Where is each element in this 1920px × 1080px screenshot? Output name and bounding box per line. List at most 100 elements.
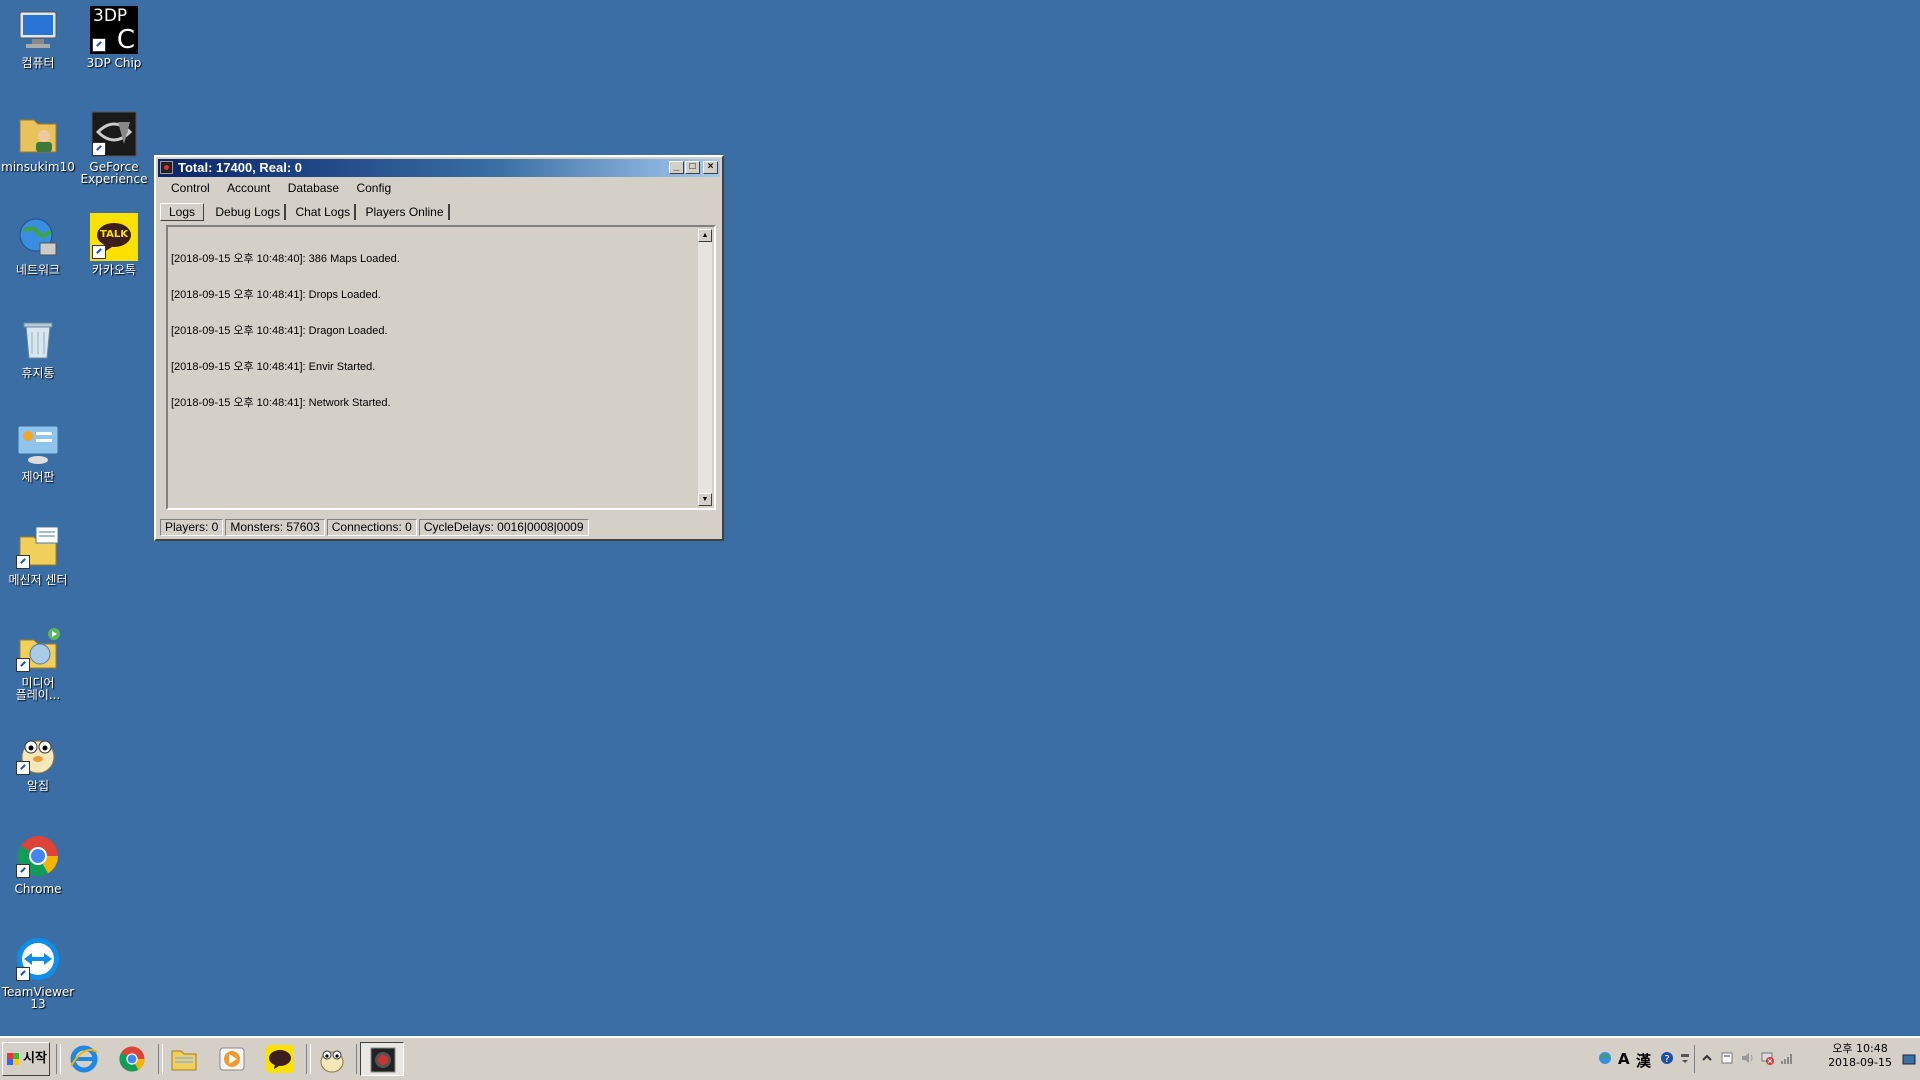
taskbar-file-explorer[interactable] (162, 1042, 206, 1076)
desktop-icon-computer[interactable]: 컴퓨터 (0, 6, 76, 69)
signal-bars-icon[interactable] (1780, 1051, 1794, 1065)
status-players: Players: 0 (160, 519, 224, 536)
start-button[interactable]: 시작 (2, 1042, 50, 1076)
recycle-bin-icon (14, 316, 62, 364)
svg-text:?: ? (1664, 1054, 1669, 1065)
teamviewer-icon (14, 935, 62, 983)
menu-config[interactable]: Config (349, 179, 398, 197)
show-hidden-icons-icon[interactable] (1700, 1051, 1714, 1065)
desktop-icon-alzip[interactable]: 알집 (0, 729, 76, 792)
taskbar-server-app[interactable] (360, 1042, 404, 1076)
taskbar-internet-explorer[interactable] (62, 1042, 106, 1076)
windows-flag-icon (7, 1053, 19, 1065)
taskbar: 시작 A 漢 ? 오후 10:48 2018-09-15 (0, 1036, 1920, 1080)
ime-options-icon[interactable] (1678, 1051, 1692, 1065)
speaker-icon[interactable] (1740, 1051, 1754, 1065)
chrome-icon (14, 832, 62, 880)
menu-control[interactable]: Control (164, 179, 217, 197)
desktop-icon-label: GeForce Experience (80, 160, 148, 186)
log-line: [2018-09-15 오후 10:48:41]: Network Starte… (171, 397, 391, 409)
geforce-experience-icon (90, 110, 138, 158)
status-cycle-delays: CycleDelays: 0016|0008|0009 (418, 519, 589, 536)
taskbar-separator (56, 1044, 61, 1074)
alzip-egg-icon (320, 1050, 344, 1073)
taskbar-media-player[interactable] (210, 1042, 254, 1076)
desktop-icon-geforce-experience[interactable]: GeForce Experience (76, 110, 152, 185)
alzip-egg-icon (14, 729, 62, 777)
desktop-icon-recycle-bin[interactable]: 휴지통 (0, 316, 76, 379)
tab-chat-logs[interactable]: Chat Logs (291, 204, 357, 220)
menu-account[interactable]: Account (220, 179, 277, 197)
server-window[interactable]: Total: 17400, Real: 0 _ □ × Control Acco… (154, 155, 724, 541)
log-line: [2018-09-15 오후 10:48:41]: Dragon Loaded. (171, 325, 388, 337)
desktop-icon-control-panel[interactable]: 제어판 (0, 420, 76, 483)
3dp-chip-icon: 3DP C (90, 6, 138, 54)
desktop-icon-media-player[interactable]: 미디어 플레이... (0, 626, 76, 701)
user-folder-icon (14, 110, 62, 158)
tab-debug-logs[interactable]: Debug Logs (211, 204, 287, 220)
network-status-icon[interactable] (1598, 1051, 1612, 1065)
ime-mode-hanja[interactable]: 漢 (1636, 1050, 1651, 1071)
desktop-icon-label: 알집 (26, 779, 50, 793)
taskbar-clock[interactable]: 오후 10:48 2018-09-15 (1828, 1042, 1892, 1070)
minimize-button[interactable]: _ (669, 161, 684, 174)
maximize-button[interactable]: □ (685, 161, 700, 174)
log-line: [2018-09-15 오후 10:48:41]: Drops Loaded. (171, 289, 381, 301)
window-title: Total: 17400, Real: 0 (178, 160, 303, 175)
desktop-icon-minsukim10[interactable]: minsukim10 (0, 110, 76, 173)
desktop-icon-messenger-center[interactable]: 메신저 센터 (0, 523, 76, 586)
ime-mode-a[interactable]: A (1618, 1050, 1630, 1068)
desktop-icon-label: 미디어 플레이... (15, 676, 61, 702)
log-textbox[interactable]: [2018-09-15 오후 10:48:40]: 386 Maps Loade… (166, 225, 716, 510)
menu-database[interactable]: Database (281, 179, 346, 197)
start-label: 시작 (23, 1051, 47, 1066)
tab-players-online[interactable]: Players Online (361, 204, 450, 220)
log-line: [2018-09-15 오후 10:48:40]: 386 Maps Loade… (171, 253, 400, 265)
computer-icon (14, 6, 62, 54)
desktop-icon-label: 3DP Chip (86, 56, 142, 70)
clock-time: 오후 10:48 (1832, 1042, 1888, 1055)
internet-explorer-icon (70, 1045, 98, 1073)
3dp-chip-icon-text: 3DP (93, 6, 128, 26)
desktop-icon-label: Chrome (14, 882, 62, 896)
show-desktop-icon[interactable] (1902, 1052, 1916, 1066)
scroll-up-arrow-icon[interactable]: ▲ (698, 229, 712, 242)
log-scrollbar[interactable]: ▲ ▼ (698, 229, 712, 506)
window-titlebar[interactable]: Total: 17400, Real: 0 _ □ × (158, 159, 720, 177)
desktop-icon-label: TeamViewer 13 (1, 985, 75, 1011)
action-center-icon[interactable] (1720, 1051, 1734, 1065)
media-player-icon (14, 626, 62, 674)
desktop-icon-kakaotalk[interactable]: TALK 카카오톡 (76, 213, 152, 276)
scroll-down-arrow-icon[interactable]: ▼ (698, 493, 712, 506)
desktop-icon-teamviewer[interactable]: TeamViewer 13 (0, 935, 76, 1010)
media-player-icon (219, 1047, 245, 1071)
help-icon[interactable]: ? (1660, 1051, 1674, 1065)
desktop-icon-label: 메신저 센터 (8, 573, 68, 587)
menu-bar: Control Account Database Config (164, 179, 398, 197)
tab-logs[interactable]: Logs (160, 203, 205, 221)
kakaotalk-icon (266, 1045, 294, 1073)
desktop-icon-label: 네트워크 (15, 263, 61, 277)
desktop-icon-label: 컴퓨터 (21, 56, 55, 70)
close-button[interactable]: × (703, 161, 718, 174)
folder-icon (171, 1050, 197, 1071)
chrome-icon (119, 1046, 145, 1072)
tab-strip: Logs Debug Logs Chat Logs Players Online (160, 203, 452, 221)
desktop-icon-network[interactable]: 네트워크 (0, 213, 76, 276)
kakaotalk-icon-text: TALK (100, 229, 128, 240)
system-tray: A 漢 ? 오후 10:48 2018-09-15 (1590, 1038, 1920, 1080)
taskbar-alzip[interactable] (310, 1042, 354, 1076)
log-line: [2018-09-15 오후 10:48:41]: Envir Started. (171, 361, 376, 373)
taskbar-kakaotalk[interactable] (258, 1042, 302, 1076)
desktop-icon-3dp-chip[interactable]: 3DP C 3DP Chip (76, 6, 152, 69)
server-app-icon (370, 1047, 396, 1073)
network-globe-icon (14, 213, 62, 261)
log-lines: [2018-09-15 오후 10:48:40]: 386 Maps Loade… (171, 229, 400, 433)
messenger-center-icon (14, 523, 62, 571)
desktop-icon-label: 휴지통 (21, 366, 55, 380)
network-disconnected-icon[interactable] (1760, 1051, 1774, 1065)
status-monsters: Monsters: 57603 (225, 519, 325, 536)
desktop-icon-chrome[interactable]: Chrome (0, 832, 76, 895)
taskbar-chrome[interactable] (110, 1042, 154, 1076)
kakaotalk-icon: TALK (90, 213, 138, 261)
